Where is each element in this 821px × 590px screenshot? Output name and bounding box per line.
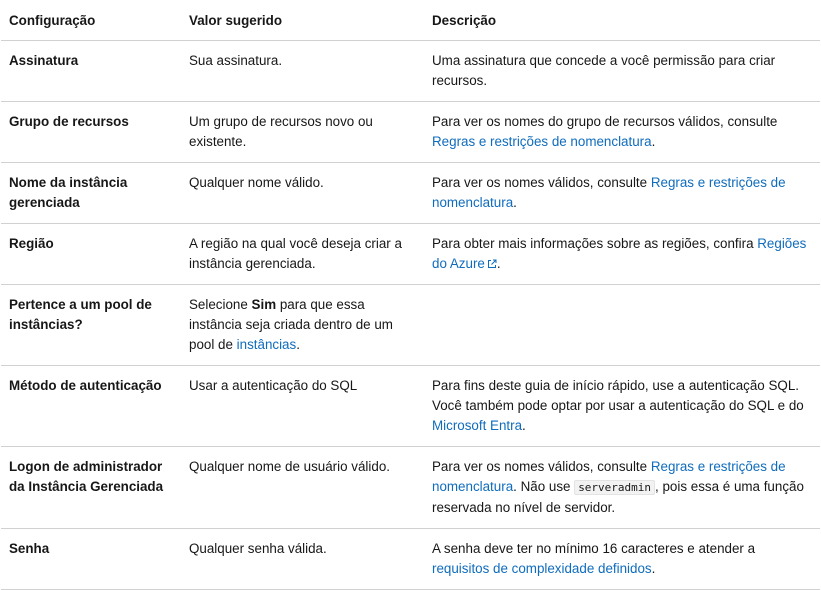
setting-name: Método de autenticação	[1, 365, 181, 447]
naming-rules-link[interactable]: Regras e restrições de nomenclatura	[432, 134, 652, 149]
description-text: Para ver os nomes do grupo de recursos v…	[432, 114, 778, 129]
description: Para ver os nomes válidos, consulte Regr…	[424, 446, 820, 529]
suggested-value: Usar a autenticação do SQL	[181, 365, 424, 447]
value-bold-sim: Sim	[251, 297, 277, 312]
microsoft-entra-link[interactable]: Microsoft Entra	[432, 418, 522, 433]
description-text: A senha deve ter no mínimo 16 caracteres…	[432, 541, 756, 556]
table-row: Nome da instância gerenciada Qualquer no…	[1, 162, 820, 224]
description: Para obter mais informações sobre as reg…	[424, 223, 820, 285]
description-text: .	[651, 134, 656, 149]
description: Para fins deste guia de início rápido, u…	[424, 365, 820, 447]
description-text: .	[513, 195, 517, 210]
suggested-value: Qualquer nome válido.	[181, 162, 424, 224]
table-row: Senha Qualquer senha válida. A senha dev…	[1, 528, 820, 590]
description-text: . Não use	[513, 479, 575, 494]
description: A senha deve ter no mínimo 16 caracteres…	[424, 528, 820, 590]
description-text: Para ver os nomes válidos, consulte	[432, 175, 651, 190]
description-text: Para obter mais informações sobre as reg…	[432, 236, 758, 251]
suggested-value: A região na qual você deseja criar a ins…	[181, 223, 424, 285]
description-text: Para fins deste guia de início rápido, u…	[432, 378, 804, 413]
complexity-requirements-link[interactable]: requisitos de complexidade definidos	[432, 561, 652, 576]
table-row: Método de autenticação Usar a autenticaç…	[1, 365, 820, 447]
setting-name: Nome da instância gerenciada	[1, 162, 181, 224]
description: Para ver os nomes do grupo de recursos v…	[424, 101, 820, 163]
description: Uma assinatura que concede a você permis…	[424, 40, 820, 102]
setting-name: Senha	[1, 528, 181, 590]
instance-pools-link[interactable]: instâncias	[237, 337, 297, 352]
header-valor-sugerido: Valor sugerido	[181, 0, 424, 41]
value-text: Selecione	[189, 297, 252, 312]
suggested-value: Sua assinatura.	[181, 40, 424, 102]
setting-name: Grupo de recursos	[1, 101, 181, 163]
external-link-icon	[487, 259, 497, 268]
suggested-value: Qualquer nome de usuário válido.	[181, 446, 424, 529]
description: Para ver os nomes válidos, consulte Regr…	[424, 162, 820, 224]
setting-name: Logon de administrador da Instância Gere…	[1, 446, 181, 529]
table-row: Logon de administrador da Instância Gere…	[1, 446, 820, 529]
setting-name: Pertence a um pool de instâncias?	[1, 284, 181, 366]
table-row: Grupo de recursos Um grupo de recursos n…	[1, 101, 820, 163]
serveradmin-code: serveradmin	[574, 480, 656, 495]
description	[424, 284, 820, 366]
setting-name: Assinatura	[1, 40, 181, 102]
table-row: Assinatura Sua assinatura. Uma assinatur…	[1, 40, 820, 102]
suggested-value: Selecione Sim para que essa instância se…	[181, 284, 424, 366]
settings-table: Configuração Valor sugerido Descrição As…	[1, 0, 820, 590]
header-descricao: Descrição	[424, 0, 820, 41]
table-row: Pertence a um pool de instâncias? Seleci…	[1, 284, 820, 366]
value-text: .	[296, 337, 300, 352]
table-header-row: Configuração Valor sugerido Descrição	[1, 0, 820, 41]
description-text: .	[651, 561, 656, 576]
suggested-value: Um grupo de recursos novo ou existente.	[181, 101, 424, 163]
setting-name: Região	[1, 223, 181, 285]
table-row: Região A região na qual você deseja cria…	[1, 223, 820, 285]
description-text: .	[522, 418, 526, 433]
description-text: .	[496, 256, 501, 271]
description-text: Para ver os nomes válidos, consulte	[432, 459, 651, 474]
header-configuracao: Configuração	[1, 0, 181, 41]
suggested-value: Qualquer senha válida.	[181, 528, 424, 590]
